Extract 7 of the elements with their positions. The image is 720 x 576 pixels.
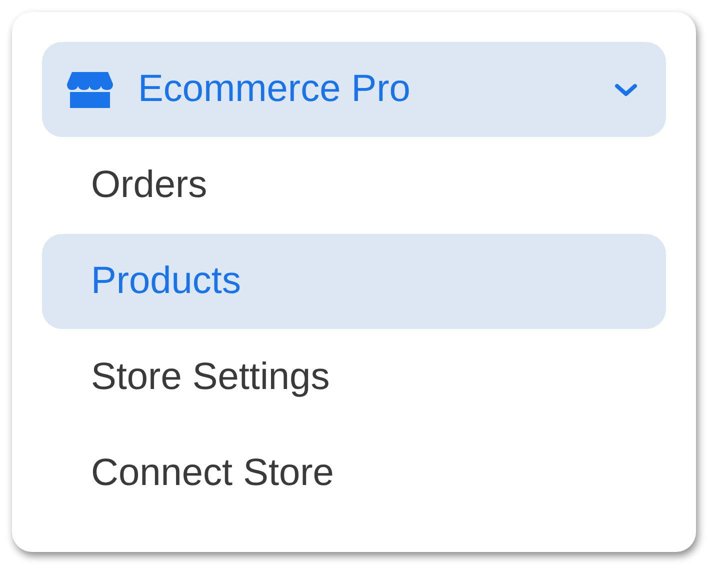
menu-item[interactable]: Store Settings — [42, 330, 666, 425]
storefront-icon — [66, 70, 114, 110]
store-menu-header[interactable]: Ecommerce Pro — [42, 42, 666, 137]
chevron-icon — [614, 82, 638, 98]
menu-item[interactable]: Orders — [42, 138, 666, 233]
menu-item[interactable]: Connect Store — [42, 426, 666, 521]
menu-item[interactable]: Products — [42, 234, 666, 329]
